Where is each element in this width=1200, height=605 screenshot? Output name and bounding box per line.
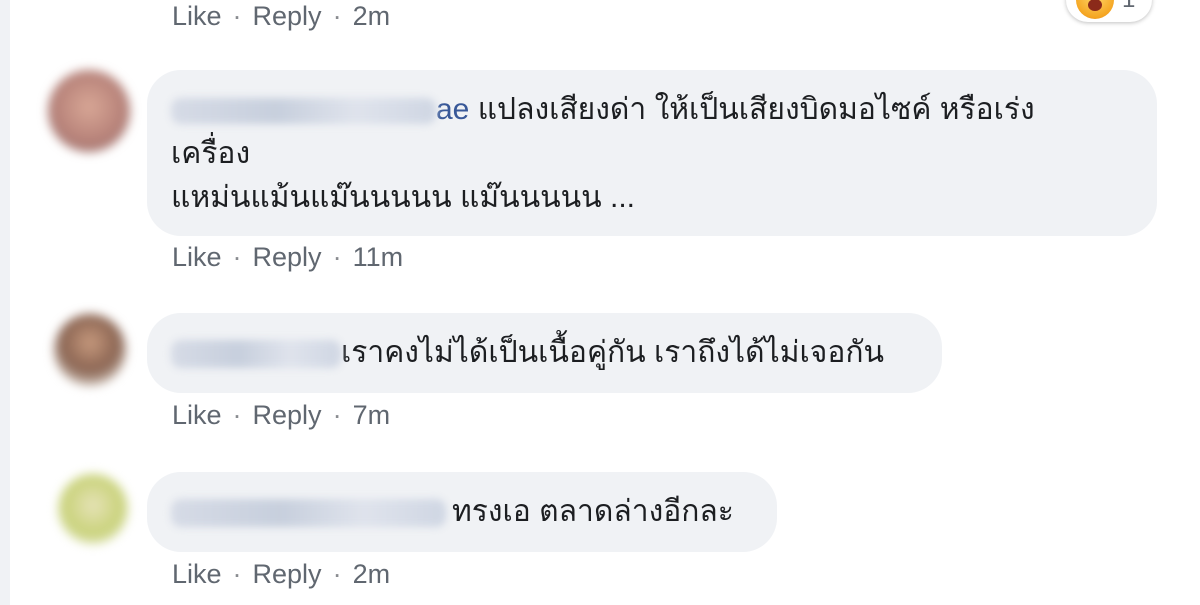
like-link[interactable]: Like — [172, 242, 222, 273]
comment-text-line3: แหม่นแม้นแม๊นนนนน แม๊นนนนน ... — [171, 181, 635, 214]
reply-link[interactable]: Reply — [253, 242, 322, 273]
comment-text: ae แปลงเสียงด่า ให้เป็นเสียงบิดมอไซค์ หร… — [171, 88, 1157, 132]
like-link[interactable]: Like — [172, 559, 222, 590]
comment-timestamp[interactable]: 2m — [353, 559, 391, 590]
separator-dot: · — [332, 242, 342, 272]
comment-bubble: ทรงเอ ตลาดล่างอีกละ — [147, 472, 777, 552]
reaction-badge[interactable]: 1 — [1066, 0, 1152, 22]
author-name[interactable] — [171, 98, 436, 125]
reply-link[interactable]: Reply — [253, 559, 322, 590]
comment-timestamp[interactable]: 11m — [353, 242, 404, 273]
avatar[interactable] — [54, 314, 126, 386]
separator-dot: · — [232, 242, 242, 272]
like-link[interactable]: Like — [172, 1, 222, 32]
comment-actions: Like · Reply · 2m — [172, 559, 390, 590]
reply-link[interactable]: Reply — [253, 400, 322, 431]
separator-dot: · — [232, 559, 242, 589]
comment-bubble: ae แปลงเสียงด่า ให้เป็นเสียงบิดมอไซค์ หร… — [147, 70, 1157, 236]
comment-text-line2: เครื่อง — [171, 137, 251, 170]
separator-dot: · — [332, 559, 342, 589]
author-name-tail[interactable]: ae — [436, 93, 469, 126]
author-name[interactable] — [171, 340, 341, 369]
reply-link[interactable]: Reply — [253, 1, 322, 32]
comment-actions-top: Like · Reply · 2m — [172, 1, 390, 32]
comment-bubble: เราคงไม่ได้เป็นเนื้อคู่กัน เราถึงได้ไม่เ… — [147, 313, 942, 393]
comment-text: ทรงเอ ตลาดล่างอีกละ — [452, 495, 734, 528]
left-rule — [0, 0, 10, 605]
avatar[interactable] — [48, 70, 130, 152]
comment-actions: Like · Reply · 11m — [172, 242, 403, 273]
comment-text: เราคงไม่ได้เป็นเนื้อคู่กัน เราถึงได้ไม่เ… — [341, 336, 885, 369]
author-name[interactable] — [171, 499, 446, 528]
reaction-count: 1 — [1122, 0, 1135, 14]
separator-dot: · — [232, 400, 242, 430]
like-link[interactable]: Like — [172, 400, 222, 431]
avatar[interactable] — [58, 474, 128, 544]
haha-reaction-icon — [1076, 0, 1114, 19]
comment-actions: Like · Reply · 7m — [172, 400, 390, 431]
comment-text-line1: แปลงเสียงด่า ให้เป็นเสียงบิดมอไซค์ หรือเ… — [469, 93, 1035, 126]
separator-dot: · — [332, 400, 342, 430]
separator-dot: · — [332, 1, 342, 31]
comment-timestamp[interactable]: 7m — [353, 400, 391, 431]
comment-timestamp[interactable]: 2m — [353, 1, 391, 32]
separator-dot: · — [232, 1, 242, 31]
